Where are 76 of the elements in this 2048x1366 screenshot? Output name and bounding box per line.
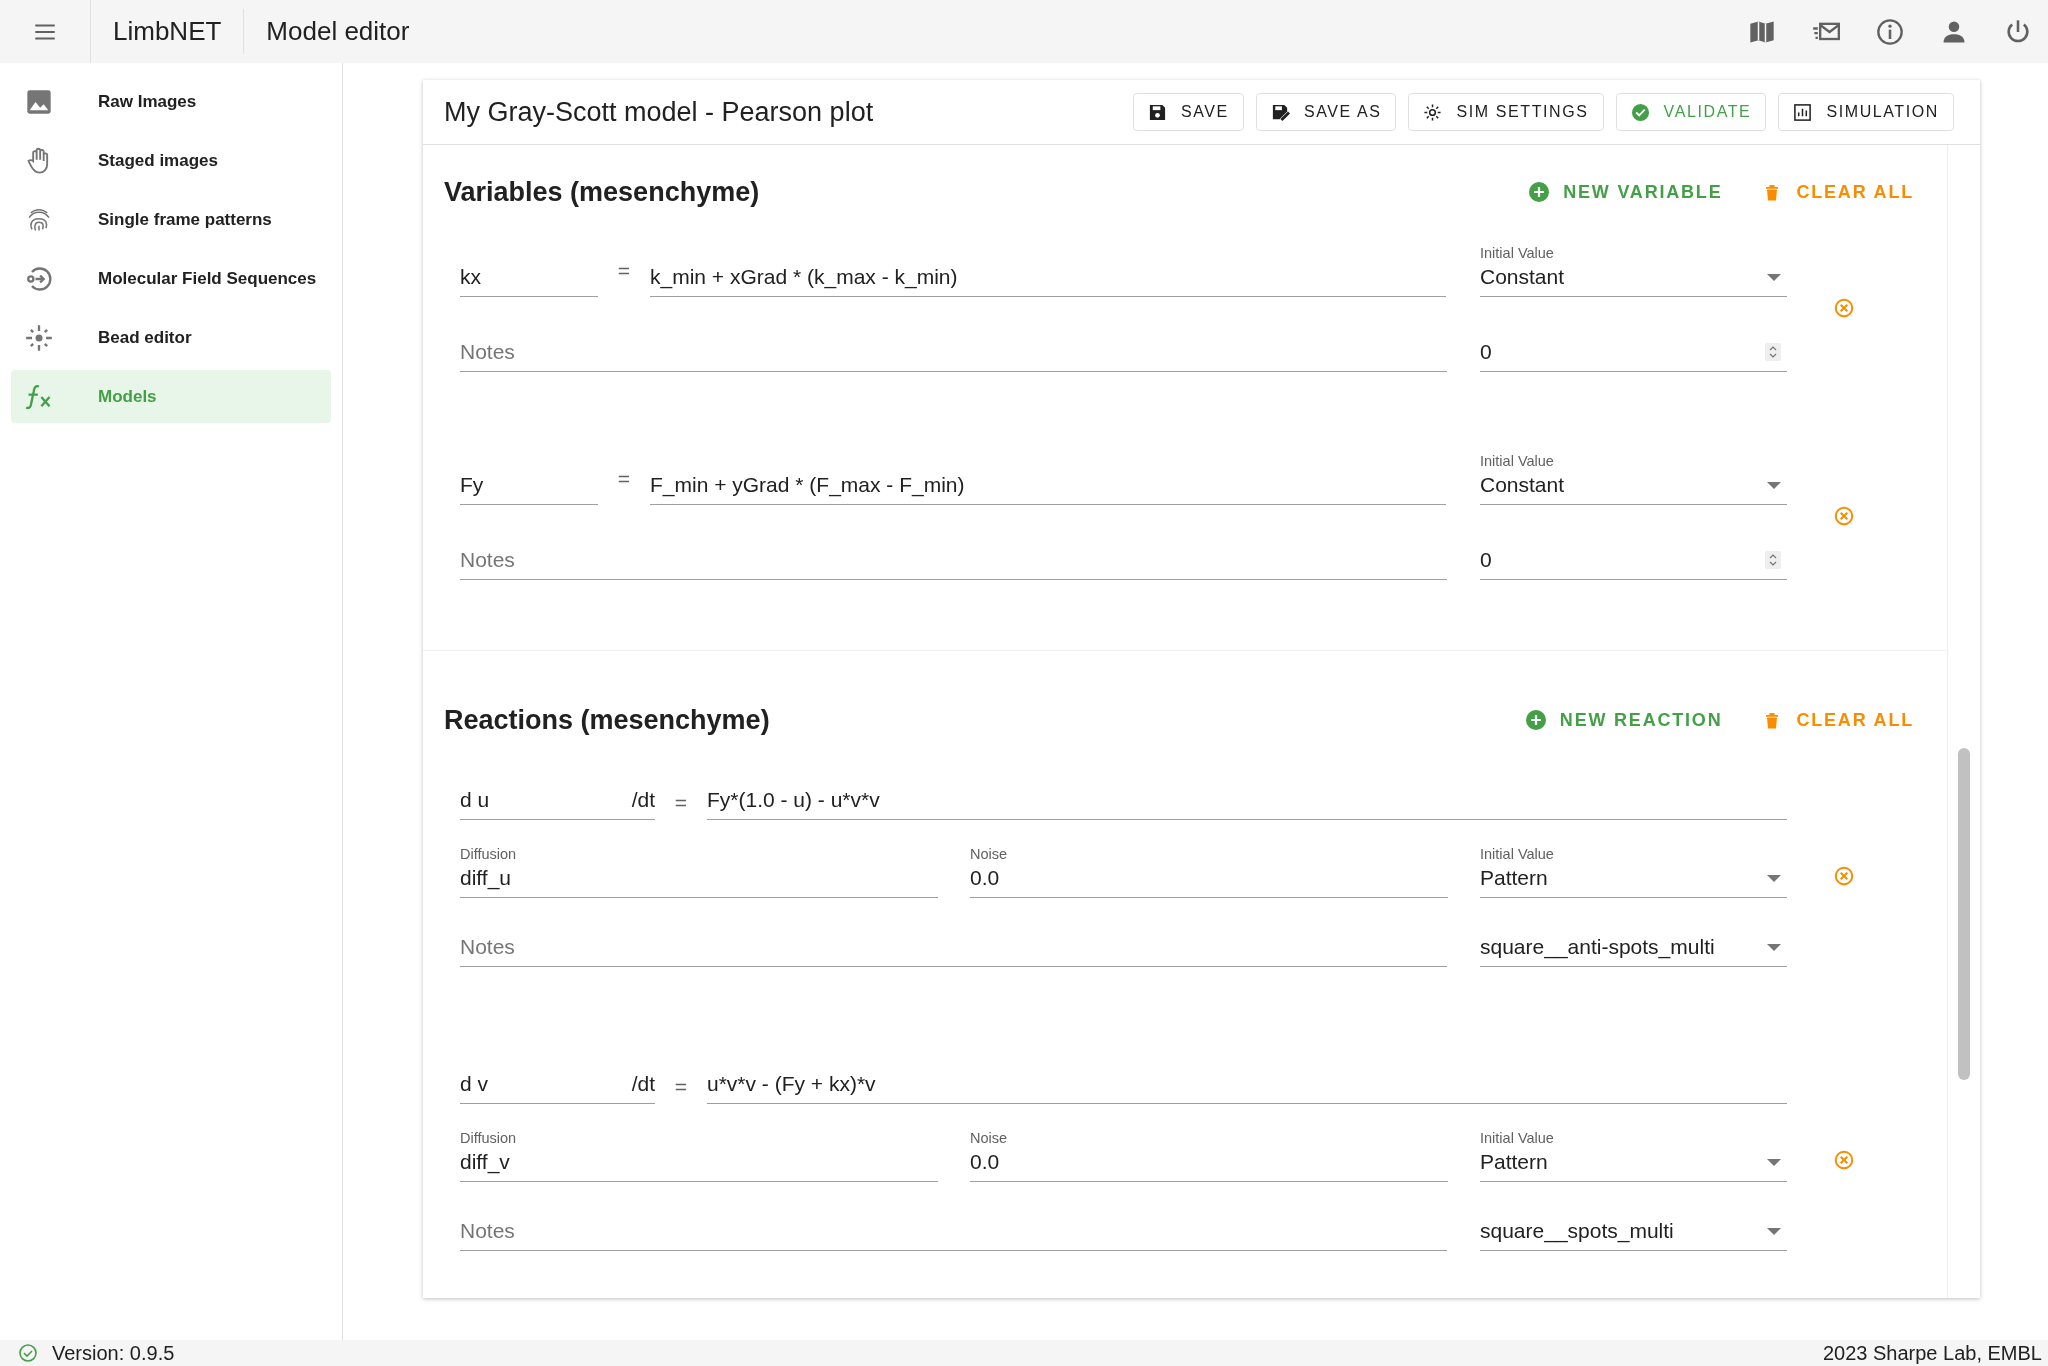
- spinner-icon[interactable]: [1765, 343, 1781, 361]
- field-label: Noise: [970, 845, 1009, 863]
- field-label: Initial Value: [1480, 452, 1555, 470]
- sidebar-item[interactable]: Single frame patterns: [11, 193, 331, 246]
- sidebar-item[interactable]: Molecular Field Sequences: [11, 252, 331, 305]
- circle-arrow-icon: [25, 264, 53, 293]
- model-title: My Gray-Scott model - Pearson plot: [444, 96, 874, 128]
- species-field[interactable]: d u /dt: [460, 785, 655, 820]
- plus-circle-icon: [1525, 710, 1546, 730]
- noise-field[interactable]: Noise 0.0: [970, 845, 1448, 898]
- info-icon[interactable]: [1876, 17, 1904, 46]
- sidebar-item[interactable]: Raw Images: [11, 75, 331, 128]
- field-label: Initial Value: [1480, 244, 1555, 262]
- diffusion-field[interactable]: Diffusion diff_u: [460, 845, 938, 898]
- field-label: Diffusion: [460, 1129, 518, 1147]
- notes-field[interactable]: Notes: [460, 324, 1447, 372]
- equals-sign: =: [616, 258, 632, 283]
- variable-name-field[interactable]: Fy: [460, 470, 598, 505]
- bar-chart-icon: [1793, 102, 1813, 122]
- notes-field[interactable]: Notes: [460, 1203, 1447, 1251]
- bead-icon: [25, 323, 53, 352]
- initial-value-dropdown[interactable]: Initial Value Pattern: [1480, 1129, 1787, 1182]
- remove-icon[interactable]: [1833, 297, 1855, 319]
- equals-sign: =: [616, 466, 632, 491]
- caret-icon: [1767, 1227, 1781, 1235]
- floppy-pencil-icon: [1270, 102, 1290, 122]
- plus-circle-icon: [1529, 182, 1550, 202]
- number-field[interactable]: 0: [1480, 545, 1787, 580]
- caret-icon: [1767, 1158, 1781, 1166]
- toolbar-button[interactable]: SIM SETTINGS: [1408, 93, 1604, 131]
- toolbar-button[interactable]: SAVE: [1132, 93, 1244, 131]
- app-name: LimbNET: [91, 9, 245, 54]
- noise-field[interactable]: Noise 0.0: [970, 1129, 1448, 1182]
- expression-field[interactable]: k_min + xGrad * (k_max - k_min): [650, 262, 1446, 297]
- caret-icon: [1767, 874, 1781, 882]
- caret-icon: [1767, 481, 1781, 489]
- spinner-icon[interactable]: [1765, 551, 1781, 569]
- expression-field[interactable]: F_min + yGrad * (F_max - F_min): [650, 470, 1446, 505]
- pattern-dropdown[interactable]: square__anti-spots_multi: [1480, 932, 1787, 967]
- initial-value-dropdown[interactable]: Initial Value Pattern: [1480, 845, 1787, 898]
- initial-value-dropdown[interactable]: Initial Value Constant: [1480, 452, 1787, 505]
- variable-name-field[interactable]: kx: [460, 262, 598, 297]
- settings-icon: [1423, 102, 1443, 122]
- sidebar-item[interactable]: Bead editor: [11, 311, 331, 364]
- field-label: Noise: [970, 1129, 1009, 1147]
- function-icon: [25, 382, 53, 411]
- page-title: Model editor: [265, 16, 410, 47]
- toolbar-button[interactable]: SAVE AS: [1255, 93, 1397, 131]
- caret-icon: [1767, 943, 1781, 951]
- check-circle-icon: [18, 1343, 38, 1363]
- sidebar-item[interactable]: Staged images: [11, 134, 331, 187]
- diffusion-field[interactable]: Diffusion diff_v: [460, 1129, 938, 1182]
- expression-field[interactable]: Fy*(1.0 - u) - u*v*v: [707, 785, 1787, 820]
- credit-text: 2023 Sharpe Lab, EMBL: [1822, 1341, 2042, 1365]
- notes-field[interactable]: Notes: [460, 532, 1447, 580]
- equals-sign: =: [673, 1074, 689, 1099]
- toolbar-button[interactable]: SIMULATION: [1778, 93, 1954, 131]
- remove-icon[interactable]: [1833, 1149, 1855, 1171]
- remove-icon[interactable]: [1833, 505, 1855, 527]
- caret-icon: [1767, 273, 1781, 281]
- remove-icon[interactable]: [1833, 865, 1855, 887]
- species-field[interactable]: d v /dt: [460, 1069, 655, 1104]
- section-title: Reactions (mesenchyme): [444, 704, 770, 736]
- version-text: Version: 0.9.5: [52, 1341, 175, 1365]
- check-circle-icon: [1630, 102, 1650, 122]
- field-label: Initial Value: [1480, 1129, 1555, 1147]
- pattern-dropdown[interactable]: square__spots_multi: [1480, 1216, 1787, 1251]
- equals-sign: =: [673, 790, 689, 815]
- notes-field[interactable]: Notes: [460, 919, 1447, 967]
- field-label: Diffusion: [460, 845, 518, 863]
- initial-value-dropdown[interactable]: Initial Value Constant: [1480, 244, 1787, 297]
- image-icon: [25, 87, 53, 116]
- number-field[interactable]: 0: [1480, 337, 1787, 372]
- field-label: Initial Value: [1480, 845, 1555, 863]
- expression-field[interactable]: u*v*v - (Fy + kx)*v: [707, 1069, 1787, 1104]
- section-title: Variables (mesenchyme): [444, 176, 760, 208]
